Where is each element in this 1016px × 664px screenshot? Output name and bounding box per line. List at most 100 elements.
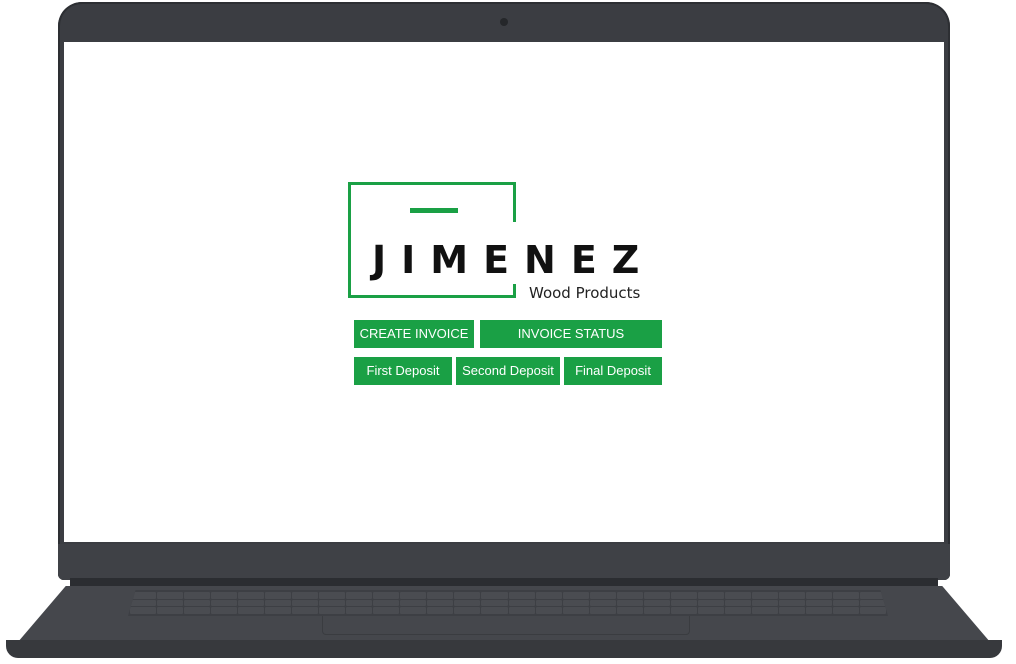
keyboard-key xyxy=(265,599,292,607)
keyboard-key xyxy=(238,592,265,599)
keyboard-key xyxy=(481,599,508,607)
keyboard-key xyxy=(373,592,400,599)
keyboard-key xyxy=(670,599,697,607)
keyboard-key xyxy=(832,599,859,607)
keyboard-key xyxy=(589,607,616,614)
keyboard-key xyxy=(643,599,670,607)
keyboard-key xyxy=(427,592,454,599)
keyboard-key xyxy=(130,599,157,607)
keyboard-key xyxy=(373,607,400,614)
logo-accent-bar xyxy=(410,208,458,213)
keyboard-key xyxy=(562,607,589,614)
keyboard-key xyxy=(805,599,832,607)
second-deposit-button[interactable]: Second Deposit xyxy=(456,357,560,385)
keyboard-key xyxy=(346,592,373,599)
keyboard-key xyxy=(643,607,670,614)
keyboard-key xyxy=(697,607,724,614)
keyboard-key xyxy=(454,592,481,599)
keyboard-key xyxy=(616,607,643,614)
keyboard-key xyxy=(562,599,589,607)
final-deposit-button[interactable]: Final Deposit xyxy=(564,357,662,385)
keyboard-key xyxy=(427,607,454,614)
keyboard-key xyxy=(238,599,265,607)
keyboard-key xyxy=(400,607,427,614)
keyboard-key xyxy=(832,592,859,599)
keyboard-key xyxy=(616,599,643,607)
keyboard-key xyxy=(481,592,508,599)
keyboard-key xyxy=(859,607,886,614)
keyboard-key xyxy=(724,592,751,599)
keyboard-key xyxy=(292,607,319,614)
keyboard-key xyxy=(157,607,184,614)
keyboard-key xyxy=(157,592,184,599)
keyboard-key xyxy=(724,607,751,614)
keyboard-key xyxy=(751,592,778,599)
keyboard-key xyxy=(670,607,697,614)
keyboard-key xyxy=(859,599,886,607)
keyboard-key xyxy=(778,599,805,607)
company-name: JIMENEZ xyxy=(372,238,655,282)
keyboard-key xyxy=(319,592,346,599)
company-logo: JIMENEZ Wood Products xyxy=(348,182,658,302)
keyboard-key xyxy=(724,599,751,607)
keyboard-key xyxy=(508,607,535,614)
keyboard-key xyxy=(211,592,238,599)
keyboard-key xyxy=(697,599,724,607)
keyboard-key xyxy=(535,607,562,614)
keyboard-key xyxy=(751,607,778,614)
invoice-app: JIMENEZ Wood Products CREATE INVOICE INV… xyxy=(348,182,662,392)
keyboard-key xyxy=(400,599,427,607)
keyboard-key xyxy=(346,599,373,607)
keyboard-key xyxy=(319,599,346,607)
keyboard-key xyxy=(184,599,211,607)
keyboard-key xyxy=(643,592,670,599)
keyboard-key xyxy=(130,607,157,614)
keyboard-key xyxy=(184,607,211,614)
keyboard-key xyxy=(832,607,859,614)
keyboard-key xyxy=(292,592,319,599)
laptop-screen: JIMENEZ Wood Products CREATE INVOICE INV… xyxy=(64,42,944,542)
keyboard-key xyxy=(157,599,184,607)
create-invoice-button[interactable]: CREATE INVOICE xyxy=(354,320,474,348)
laptop-base-front xyxy=(6,640,1002,658)
keyboard-key xyxy=(292,599,319,607)
keyboard-key xyxy=(265,592,292,599)
keyboard-key xyxy=(562,592,589,599)
keyboard-key xyxy=(589,592,616,599)
keyboard-key xyxy=(616,592,643,599)
keyboard-key xyxy=(805,607,832,614)
invoice-status-button[interactable]: INVOICE STATUS xyxy=(480,320,662,348)
keyboard-key xyxy=(427,599,454,607)
keyboard-key xyxy=(211,599,238,607)
keyboard-key xyxy=(400,592,427,599)
keyboard-key xyxy=(535,599,562,607)
keyboard-key xyxy=(535,592,562,599)
keyboard-key xyxy=(508,599,535,607)
keyboard-key xyxy=(211,607,238,614)
laptop-mockup: JIMENEZ Wood Products CREATE INVOICE INV… xyxy=(0,0,1016,664)
keyboard-key xyxy=(454,599,481,607)
keyboard-key xyxy=(805,592,832,599)
trackpad xyxy=(322,616,690,635)
keyboard-key xyxy=(589,599,616,607)
keyboard-key xyxy=(508,592,535,599)
keyboard-key xyxy=(373,599,400,607)
keyboard-key xyxy=(265,607,292,614)
screen-chin xyxy=(58,544,950,580)
keyboard-key xyxy=(778,592,805,599)
keyboard-key xyxy=(697,592,724,599)
laptop-lid: JIMENEZ Wood Products CREATE INVOICE INV… xyxy=(58,2,950,580)
keyboard-key xyxy=(454,607,481,614)
keyboard-key xyxy=(319,607,346,614)
keyboard-key xyxy=(481,607,508,614)
keyboard-key xyxy=(751,599,778,607)
keyboard-key xyxy=(238,607,265,614)
webcam xyxy=(500,18,508,26)
company-tagline: Wood Products xyxy=(529,284,641,302)
first-deposit-button[interactable]: First Deposit xyxy=(354,357,452,385)
keyboard-key xyxy=(670,592,697,599)
keyboard-key xyxy=(346,607,373,614)
keyboard xyxy=(128,590,888,616)
keyboard-key xyxy=(778,607,805,614)
keyboard-key xyxy=(184,592,211,599)
